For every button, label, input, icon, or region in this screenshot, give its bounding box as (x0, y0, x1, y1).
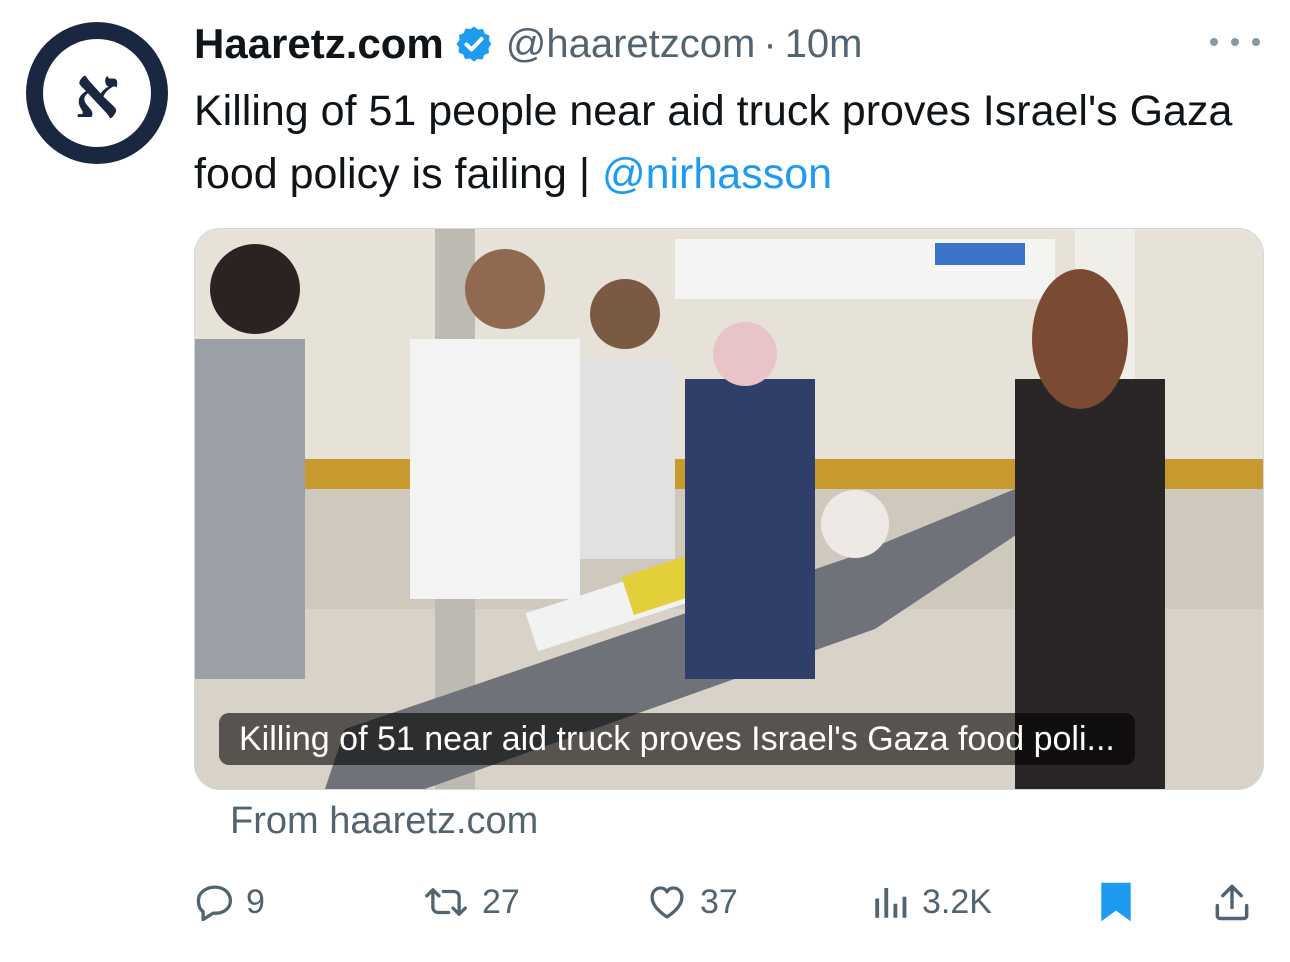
display-name[interactable]: Haaretz.com (194, 20, 444, 68)
repost-icon (425, 888, 467, 916)
user-handle[interactable]: @haaretzcom (506, 22, 756, 67)
repost-button[interactable]: 27 (420, 872, 520, 932)
view-count: 3.2K (922, 882, 992, 921)
article-photo (195, 229, 1263, 789)
share-icon (1215, 884, 1249, 921)
avatar[interactable]: א (26, 22, 168, 164)
views-button[interactable]: 3.2K (870, 872, 992, 932)
views-chart-icon (875, 888, 907, 918)
mention-link[interactable]: @nirhasson (602, 150, 832, 198)
card-title-overlay: Killing of 51 near aid truck proves Isra… (219, 713, 1135, 765)
link-card[interactable]: Killing of 51 near aid truck proves Isra… (194, 228, 1264, 790)
reply-count: 9 (246, 882, 265, 921)
heart-icon (650, 886, 684, 919)
share-button[interactable] (1210, 872, 1254, 932)
verified-badge-icon (456, 26, 492, 62)
separator-dot: · (763, 21, 777, 66)
like-count: 37 (700, 882, 738, 921)
bookmark-button[interactable] (1096, 872, 1136, 932)
timestamp[interactable]: 10m (785, 22, 863, 67)
bookmark-icon (1101, 882, 1131, 922)
haaretz-logo: א (43, 39, 151, 147)
more-dot (1210, 38, 1218, 46)
more-options-icon[interactable] (1210, 30, 1260, 54)
more-dot (1252, 38, 1260, 46)
reply-icon (196, 885, 233, 922)
tweet-header: Haaretz.com @haaretzcom · 10m (194, 16, 1204, 72)
like-button[interactable]: 37 (644, 872, 738, 932)
more-dot (1231, 38, 1239, 46)
reply-button[interactable]: 9 (194, 872, 265, 932)
card-source[interactable]: From haaretz.com (230, 800, 538, 843)
repost-count: 27 (482, 882, 520, 921)
tweet-text: Killing of 51 people near aid truck prov… (194, 80, 1264, 206)
